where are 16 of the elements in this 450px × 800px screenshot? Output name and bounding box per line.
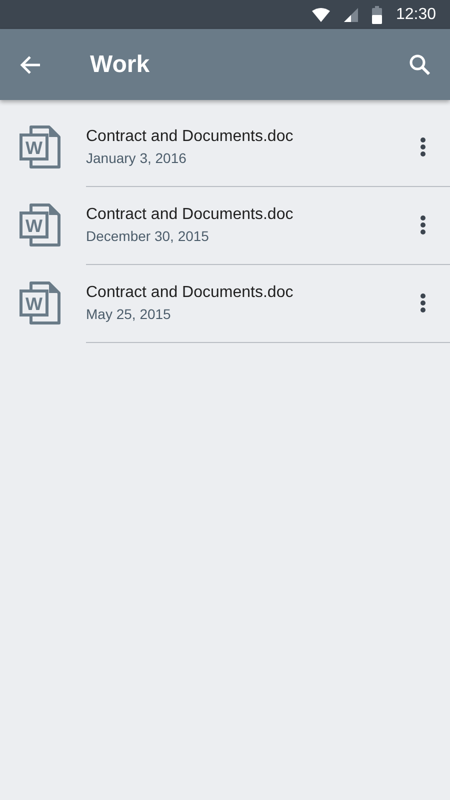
wifi-icon <box>312 8 330 22</box>
more-vertical-icon <box>420 136 426 156</box>
screen-title: Work <box>90 50 151 78</box>
more-vertical-icon <box>420 292 426 312</box>
signal-icon <box>344 8 358 22</box>
file-date: December 30, 2015 <box>86 228 210 244</box>
file-name[interactable]: Contract and Documents.doc <box>86 206 396 224</box>
file-name[interactable]: Contract and Documents.doc <box>86 128 396 146</box>
file-name[interactable]: Contract and Documents.doc <box>86 284 396 302</box>
file-date: January 3, 2016 <box>86 150 188 166</box>
back-arrow-icon <box>19 54 41 74</box>
more-vertical-icon <box>420 214 426 234</box>
status-time: 12:30 <box>396 6 436 24</box>
search-icon <box>409 54 431 76</box>
file-date: May 25, 2015 <box>86 306 172 322</box>
battery-icon <box>372 6 382 24</box>
